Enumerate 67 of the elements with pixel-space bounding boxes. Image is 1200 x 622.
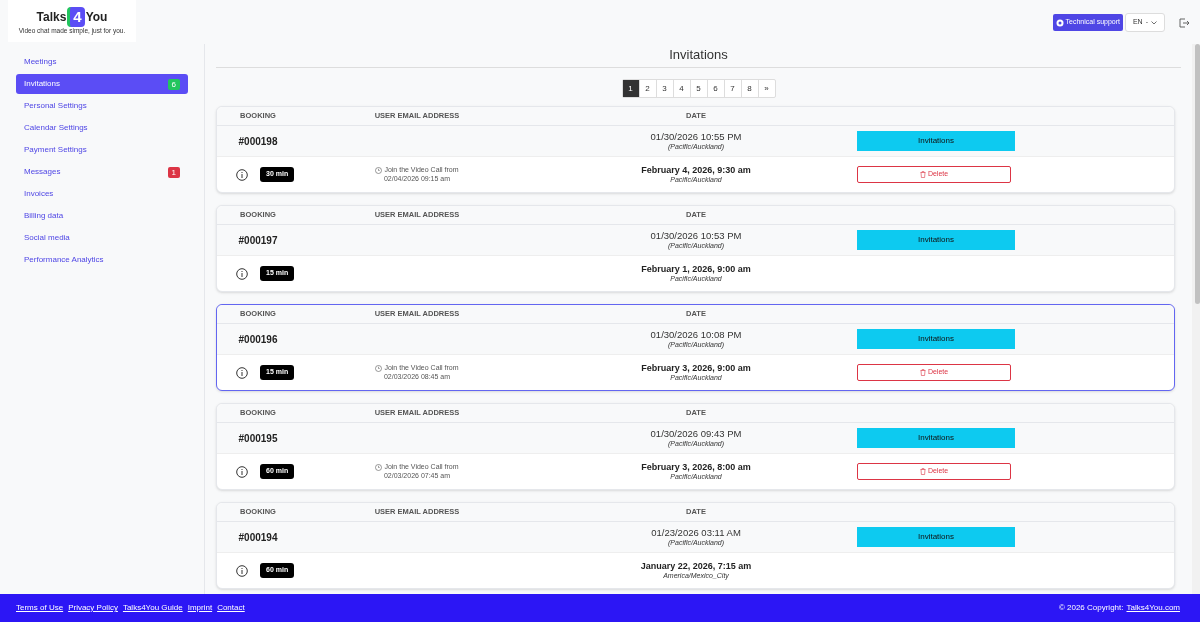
- info-icon[interactable]: [236, 267, 248, 280]
- booking-number: #000195: [238, 431, 278, 446]
- page-button[interactable]: 7: [724, 80, 742, 97]
- logo-text: Talks: [36, 9, 67, 26]
- sidebar-item[interactable]: Invitations 6: [16, 74, 188, 94]
- booking-number: #000194: [238, 530, 278, 545]
- booking-number: #000197: [238, 233, 278, 248]
- meeting-date: February 4, 2026, 9:30 am: [641, 164, 751, 176]
- logo-text: You: [85, 9, 108, 26]
- sidebar-item[interactable]: Invoices: [16, 184, 188, 204]
- booking-number: #000198: [238, 134, 278, 149]
- meeting-date: February 3, 2026, 8:00 am: [641, 461, 751, 473]
- info-icon[interactable]: [236, 564, 248, 577]
- footer-link[interactable]: Privacy Policy: [68, 602, 118, 614]
- page-title: Invitations: [669, 45, 728, 64]
- meeting-date: February 1, 2026, 9:00 am: [641, 263, 751, 275]
- footer-link[interactable]: Imprint: [187, 602, 213, 614]
- trash-icon: [919, 171, 926, 178]
- created-date: 01/23/2026 03:11 AM: [651, 526, 741, 539]
- sidebar-item[interactable]: Messages 1: [16, 162, 188, 182]
- footer-link[interactable]: Terms of Use: [16, 602, 64, 614]
- created-date: 01/30/2026 10:08 PM: [650, 328, 742, 341]
- page-button[interactable]: 6: [707, 80, 725, 97]
- invitations-button[interactable]: Invitations: [857, 428, 1015, 448]
- count-badge: 6: [167, 78, 180, 90]
- booking-number: #000196: [238, 332, 278, 347]
- page-button[interactable]: 3: [656, 80, 674, 97]
- page-button[interactable]: 2: [639, 80, 657, 97]
- copyright-text: © 2026 Copyright:: [1058, 602, 1124, 614]
- lifebuoy-icon: [1055, 18, 1064, 27]
- invitations-button[interactable]: Invitations: [857, 230, 1015, 250]
- page-button[interactable]: 8: [741, 80, 759, 97]
- trash-icon: [919, 468, 926, 475]
- clock-icon: [375, 364, 383, 372]
- sidebar-item[interactable]: Calendar Settings: [16, 118, 188, 138]
- invitations-button[interactable]: Invitations: [857, 527, 1015, 547]
- sidebar-item[interactable]: Payment Settings: [16, 140, 188, 160]
- info-icon[interactable]: [236, 465, 248, 478]
- trash-icon: [919, 369, 926, 376]
- created-date: 01/30/2026 09:43 PM: [650, 427, 742, 440]
- sidebar-item[interactable]: Performance Analytics: [16, 250, 188, 270]
- sidebar-item[interactable]: Personal Settings: [16, 96, 188, 116]
- logo-digit: 4: [67, 7, 85, 27]
- sidebar-item[interactable]: Billing data: [16, 206, 188, 226]
- next-page-button[interactable]: »: [758, 80, 775, 97]
- count-badge: 1: [167, 166, 180, 178]
- copyright-link[interactable]: Talks4You.com: [1126, 602, 1180, 614]
- created-date: 01/30/2026 10:53 PM: [650, 229, 742, 242]
- meeting-date: February 3, 2026, 9:00 am: [641, 362, 751, 374]
- chevron-down-icon: [1151, 20, 1158, 25]
- footer-link[interactable]: Talks4You Guide: [122, 602, 183, 614]
- info-icon[interactable]: [236, 168, 248, 181]
- info-icon[interactable]: [236, 366, 248, 379]
- page-button[interactable]: 1: [622, 80, 640, 97]
- meeting-date: January 22, 2026, 7:15 am: [640, 560, 752, 572]
- clock-icon: [375, 166, 383, 174]
- invitations-button[interactable]: Invitations: [857, 329, 1015, 349]
- invitations-button[interactable]: Invitations: [857, 131, 1015, 151]
- clock-icon: [375, 463, 383, 471]
- page-button[interactable]: 5: [690, 80, 708, 97]
- sidebar-item[interactable]: Meetings: [16, 52, 188, 72]
- logout-icon[interactable]: [1179, 17, 1190, 28]
- footer-link[interactable]: Contact: [217, 602, 245, 614]
- page-button[interactable]: 4: [673, 80, 691, 97]
- scrollbar-thumb[interactable]: [1195, 44, 1200, 304]
- sidebar-item[interactable]: Social media: [16, 228, 188, 248]
- created-date: 01/30/2026 10:55 PM: [650, 130, 742, 143]
